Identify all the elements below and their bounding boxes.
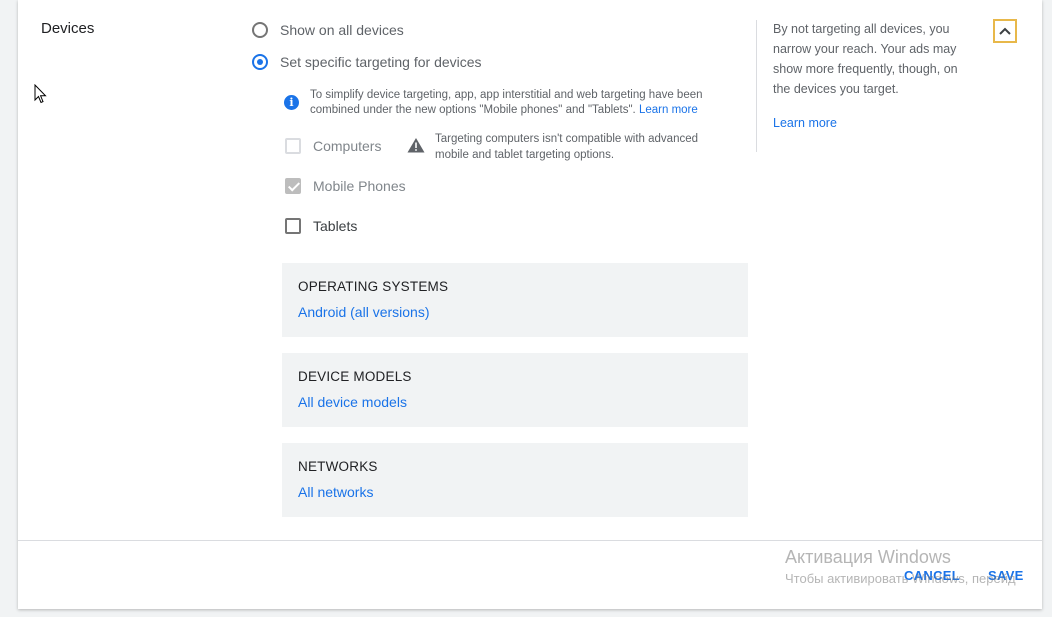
windows-activation-watermark-title: Активация Windows bbox=[785, 547, 951, 567]
warning-line-2: mobile and tablet targeting options. bbox=[435, 149, 615, 161]
footer-divider bbox=[18, 540, 1042, 541]
panel-value-link[interactable]: Android (all versions) bbox=[298, 304, 430, 320]
info-icon: i bbox=[284, 95, 299, 110]
checkbox-box[interactable] bbox=[285, 178, 301, 194]
sidebar-learn-more-link[interactable]: Learn more bbox=[773, 116, 837, 130]
panel-device-models[interactable]: DEVICE MODELS All device models bbox=[282, 353, 748, 427]
windows-activation-watermark-subtitle: Чтобы активировать Windows, перейд bbox=[785, 571, 1016, 586]
mouse-pointer-icon bbox=[34, 84, 47, 104]
panel-title: DEVICE MODELS bbox=[298, 369, 412, 384]
radio-label: Show on all devices bbox=[280, 22, 404, 38]
radio-specific-targeting[interactable]: Set specific targeting for devices bbox=[252, 54, 482, 70]
radio-button-checked[interactable] bbox=[252, 54, 268, 70]
warning-text: Targeting computers isn't compatible wit… bbox=[435, 131, 698, 163]
info-line-2: combined under the new options "Mobile p… bbox=[310, 103, 703, 118]
info-learn-more-link[interactable]: Learn more bbox=[639, 104, 698, 116]
info-line-1: To simplify device targeting, app, app i… bbox=[310, 89, 703, 101]
checkbox-label: Tablets bbox=[313, 218, 358, 234]
checkbox-tablets[interactable]: Tablets bbox=[285, 218, 357, 234]
info-text: To simplify device targeting, app, app i… bbox=[310, 88, 703, 118]
panel-value-link[interactable]: All device models bbox=[298, 394, 407, 410]
sidebar-divider bbox=[756, 20, 757, 152]
section-title: Devices bbox=[41, 20, 95, 37]
computers-warning: Targeting computers isn't compatible wit… bbox=[407, 131, 698, 163]
checkbox-computers[interactable]: Computers bbox=[285, 138, 381, 154]
panel-title: NETWORKS bbox=[298, 459, 378, 474]
radio-show-all-devices[interactable]: Show on all devices bbox=[252, 22, 404, 38]
radio-button-unchecked[interactable] bbox=[252, 22, 268, 38]
warning-line-1: Targeting computers isn't compatible wit… bbox=[435, 133, 699, 145]
checkbox-box[interactable] bbox=[285, 218, 301, 234]
devices-settings-card: Devices Show on all devices Set specific… bbox=[18, 0, 1042, 609]
chevron-up-icon bbox=[999, 27, 1011, 35]
info-line-2-text: combined under the new options "Mobile p… bbox=[310, 104, 636, 116]
radio-label: Set specific targeting for devices bbox=[280, 54, 482, 70]
panel-value-link[interactable]: All networks bbox=[298, 484, 373, 500]
checkbox-label: Computers bbox=[313, 138, 382, 154]
sidebar-help-text: By not targeting all devices, you narrow… bbox=[773, 22, 958, 96]
checkbox-label: Mobile Phones bbox=[313, 178, 406, 194]
checkbox-mobile-phones[interactable]: Mobile Phones bbox=[285, 178, 406, 194]
collapse-button[interactable] bbox=[993, 19, 1017, 43]
panel-title: OPERATING SYSTEMS bbox=[298, 279, 449, 294]
panel-operating-systems[interactable]: OPERATING SYSTEMS Android (all versions) bbox=[282, 263, 748, 337]
panel-networks[interactable]: NETWORKS All networks bbox=[282, 443, 748, 517]
info-notice: i To simplify device targeting, app, app… bbox=[284, 88, 703, 118]
checkbox-box[interactable] bbox=[285, 138, 301, 154]
warning-icon bbox=[407, 138, 425, 153]
